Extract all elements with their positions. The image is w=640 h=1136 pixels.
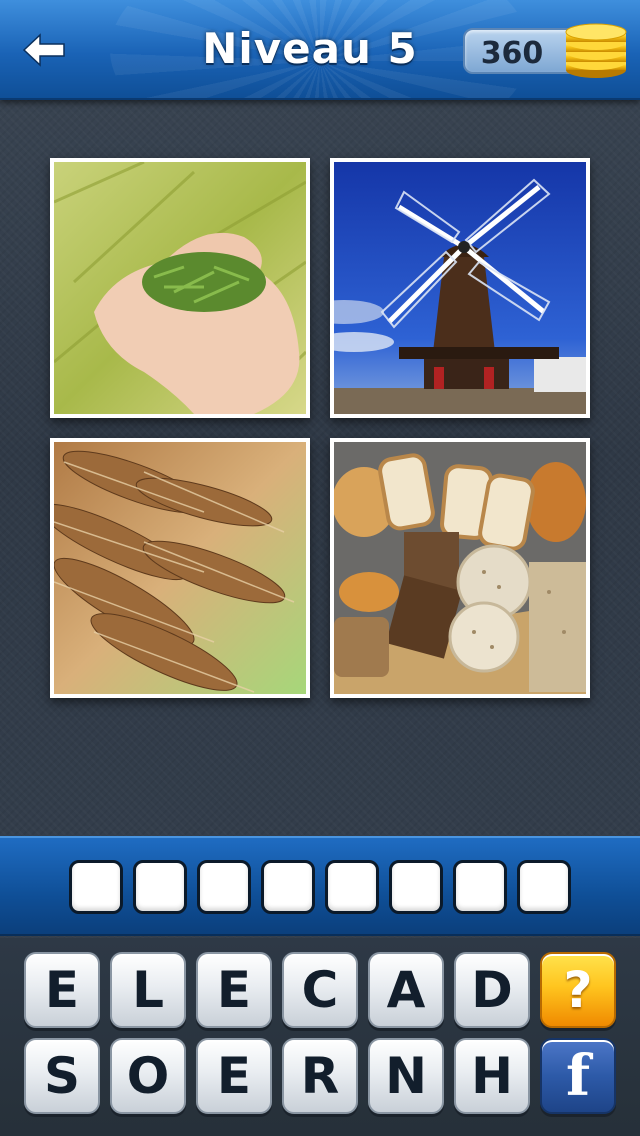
letter-key[interactable]: L <box>110 952 186 1028</box>
windmill-image <box>334 162 586 414</box>
facebook-button[interactable]: f <box>540 1038 616 1114</box>
wheat-ears-image <box>54 442 306 694</box>
letter-key[interactable]: N <box>368 1038 444 1114</box>
letter-key[interactable]: D <box>454 952 530 1028</box>
hands-grain-image <box>54 162 306 414</box>
letter-keyboard: E L E C A D ? S O E R N H f <box>0 938 640 1136</box>
help-button[interactable]: ? <box>540 952 616 1028</box>
answer-bar <box>0 836 640 936</box>
image-tile-2[interactable] <box>330 158 590 418</box>
top-bar: Niveau 5 360 <box>0 0 640 100</box>
letter-key[interactable]: O <box>110 1038 186 1114</box>
answer-slot[interactable] <box>197 860 251 914</box>
back-button[interactable] <box>14 22 74 78</box>
coins-count: 360 <box>480 36 544 71</box>
image-tile-1[interactable] <box>50 158 310 418</box>
letter-key[interactable]: E <box>196 1038 272 1114</box>
answer-slot[interactable] <box>69 860 123 914</box>
answer-slot[interactable] <box>517 860 571 914</box>
answer-slot[interactable] <box>261 860 315 914</box>
bread-image <box>334 442 586 694</box>
letter-key[interactable]: E <box>24 952 100 1028</box>
letter-key[interactable]: C <box>282 952 358 1028</box>
answer-slot[interactable] <box>133 860 187 914</box>
image-tile-4[interactable] <box>330 438 590 698</box>
letter-key[interactable]: S <box>24 1038 100 1114</box>
letter-key[interactable]: R <box>282 1038 358 1114</box>
answer-slot[interactable] <box>389 860 443 914</box>
answer-slot[interactable] <box>453 860 507 914</box>
letter-key[interactable]: E <box>196 952 272 1028</box>
letter-key[interactable]: A <box>368 952 444 1028</box>
back-arrow-icon <box>22 33 65 67</box>
coin-stack-icon <box>565 23 627 78</box>
level-title: Niveau 5 <box>202 24 418 73</box>
letter-key[interactable]: H <box>454 1038 530 1114</box>
answer-slot[interactable] <box>325 860 379 914</box>
image-tile-3[interactable] <box>50 438 310 698</box>
